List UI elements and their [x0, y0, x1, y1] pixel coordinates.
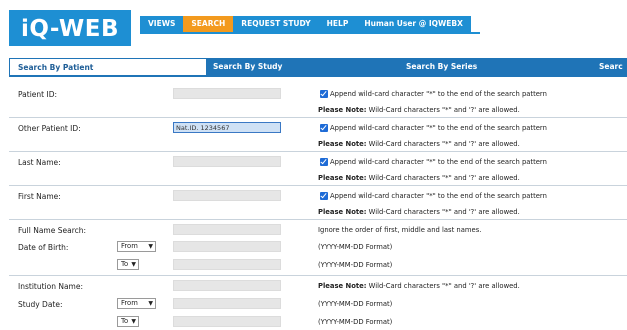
nav-request-study[interactable]: REQUEST STUDY [233, 16, 318, 32]
first-name-input[interactable] [173, 190, 281, 201]
patient-id-label: Patient ID: [18, 90, 58, 99]
patient-id-input[interactable] [173, 88, 281, 99]
study-date-to-select[interactable]: To ▼ [117, 316, 139, 327]
patient-id-wildcard-label: Append wild-card character "*" to the en… [330, 90, 547, 98]
institution-name-input[interactable] [173, 280, 281, 291]
last-name-label: Last Name: [18, 158, 61, 167]
study-date-from-select-value: From [121, 299, 138, 307]
chevron-down-icon: ▼ [148, 300, 153, 307]
please-note-label: Please Note: [318, 174, 367, 182]
full-name-search-note: Ignore the order of first, middle and la… [318, 226, 482, 234]
please-note-text: Wild-Card characters "*" and '?' are all… [366, 282, 520, 290]
first-name-wildcard-checkbox[interactable] [320, 192, 328, 200]
top-nav: VIEWS SEARCH REQUEST STUDY HELP Human Us… [140, 16, 471, 32]
other-patient-id-wildcard-label: Append wild-card character "*" to the en… [330, 124, 547, 132]
full-name-search-label: Full Name Search: [18, 226, 87, 235]
dob-from-select[interactable]: From ▼ [117, 241, 156, 252]
search-tabs: Search By Patient Search By Study Search… [9, 58, 627, 75]
tab-search-by-study[interactable]: Search By Study [213, 58, 282, 75]
dob-from-select-value: From [121, 242, 138, 250]
row-divider [9, 219, 627, 220]
last-name-note: Please Note: Wild-Card characters "*" an… [318, 174, 520, 182]
last-name-input[interactable] [173, 156, 281, 167]
logo: iQ-WEB [9, 10, 131, 46]
study-date-to-format: (YYYY-MM-DD Format) [318, 318, 393, 326]
study-date-to-input[interactable] [173, 316, 281, 327]
study-date-to-select-value: To [121, 317, 129, 325]
please-note-text: Wild-Card characters "*" and '?' are all… [366, 208, 520, 216]
please-note-text: Wild-Card characters "*" and '?' are all… [366, 140, 520, 148]
tab-search-by-patient[interactable]: Search By Patient [9, 58, 207, 75]
patient-id-wildcard-checkbox[interactable] [320, 90, 328, 98]
tab-search-more[interactable]: Searc [599, 58, 623, 75]
first-name-note: Please Note: Wild-Card characters "*" an… [318, 208, 520, 216]
chevron-down-icon: ▼ [131, 261, 136, 268]
tab-search-by-series[interactable]: Search By Series [406, 58, 477, 75]
dob-to-input[interactable] [173, 259, 281, 270]
date-of-birth-label: Date of Birth: [18, 243, 69, 252]
row-divider [9, 185, 627, 186]
please-note-label: Please Note: [318, 282, 367, 290]
chevron-down-icon: ▼ [131, 318, 136, 325]
institution-name-note: Please Note: Wild-Card characters "*" an… [318, 282, 520, 290]
tab-bottom-rule [9, 75, 627, 77]
chevron-down-icon: ▼ [148, 243, 153, 250]
other-patient-id-note: Please Note: Wild-Card characters "*" an… [318, 140, 520, 148]
study-date-from-select[interactable]: From ▼ [117, 298, 156, 309]
nav-search[interactable]: SEARCH [183, 16, 234, 32]
dob-to-select[interactable]: To ▼ [117, 259, 139, 270]
study-date-from-input[interactable] [173, 298, 281, 309]
nav-user[interactable]: Human User @ IQWEBX [356, 16, 471, 32]
dob-from-input[interactable] [173, 241, 281, 252]
please-note-label: Please Note: [318, 208, 367, 216]
first-name-label: First Name: [18, 192, 61, 201]
other-patient-id-wildcard-checkbox[interactable] [320, 124, 328, 132]
study-date-from-format: (YYYY-MM-DD Format) [318, 300, 393, 308]
first-name-wildcard-label: Append wild-card character "*" to the en… [330, 192, 547, 200]
dob-to-format: (YYYY-MM-DD Format) [318, 261, 393, 269]
institution-name-label: Institution Name: [18, 282, 83, 291]
please-note-text: Wild-Card characters "*" and '?' are all… [366, 174, 520, 182]
study-date-label: Study Date: [18, 300, 63, 309]
nav-underline [140, 32, 480, 34]
please-note-text: Wild-Card characters "*" and '?' are all… [366, 106, 520, 114]
patient-id-note: Please Note: Wild-Card characters "*" an… [318, 106, 520, 114]
please-note-label: Please Note: [318, 140, 367, 148]
nav-views[interactable]: VIEWS [140, 16, 183, 32]
other-patient-id-input[interactable] [173, 122, 281, 133]
please-note-label: Please Note: [318, 106, 367, 114]
app-header: iQ-WEB VIEWS SEARCH REQUEST STUDY HELP H… [0, 0, 627, 51]
last-name-wildcard-checkbox[interactable] [320, 158, 328, 166]
dob-to-select-value: To [121, 260, 129, 268]
nav-help[interactable]: HELP [319, 16, 357, 32]
full-name-search-input[interactable] [173, 224, 281, 235]
last-name-wildcard-label: Append wild-card character "*" to the en… [330, 158, 547, 166]
row-divider [9, 275, 627, 276]
dob-from-format: (YYYY-MM-DD Format) [318, 243, 393, 251]
row-divider [9, 151, 627, 152]
other-patient-id-label: Other Patient ID: [18, 124, 81, 133]
row-divider [9, 117, 627, 118]
logo-text: iQ-WEB [21, 16, 119, 42]
